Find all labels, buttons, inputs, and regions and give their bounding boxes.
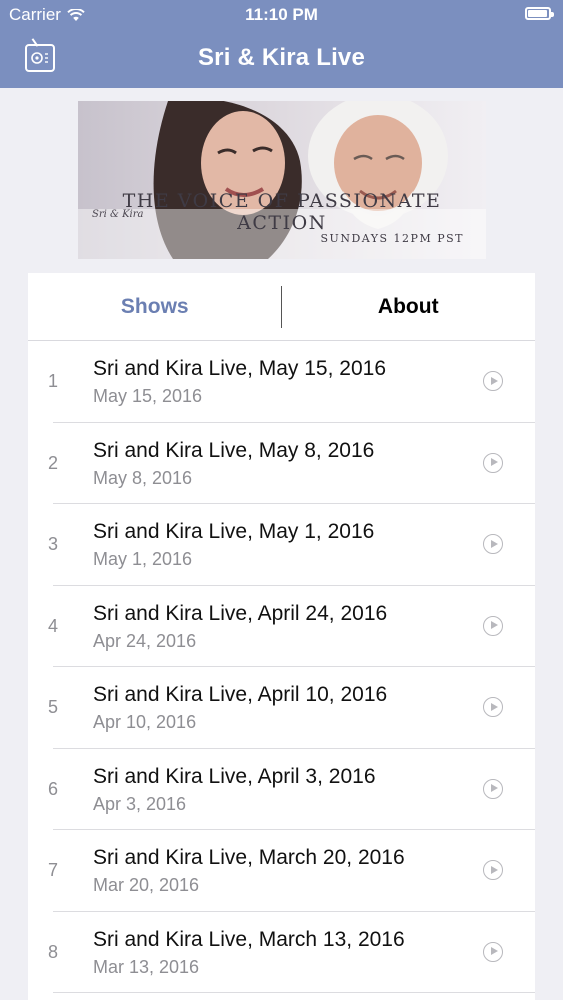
episode-number: 2: [47, 452, 58, 473]
episode-title: Sri and Kira Live, May 1, 2016: [93, 520, 375, 543]
list-item[interactable]: 4 Sri and Kira Live, April 24, 2016 Apr …: [28, 586, 535, 668]
episode-date: Mar 20, 2016: [93, 875, 200, 895]
episode-number: 5: [47, 697, 58, 717]
navigation-bar: Carrier 11:10 PM Sri & Kira Live: [0, 0, 563, 88]
segmented-tabs: Shows About: [28, 273, 535, 341]
episode-date: Apr 24, 2016: [93, 630, 197, 651]
play-icon[interactable]: [483, 452, 503, 473]
play-icon[interactable]: [483, 941, 503, 962]
tab-divider: [281, 286, 282, 328]
episode-number: 3: [47, 534, 58, 554]
play-icon[interactable]: [483, 615, 503, 636]
play-icon[interactable]: [483, 778, 503, 799]
episode-title: Sri and Kira Live, May 15, 2016: [93, 357, 386, 380]
episode-title: Sri and Kira Live, April 24, 2016: [93, 601, 388, 625]
episode-number: 6: [47, 778, 58, 799]
play-icon[interactable]: [483, 860, 503, 880]
episode-list: 1 Sri and Kira Live, May 15, 2016 May 15…: [28, 341, 535, 993]
episode-date: Mar 13, 2016: [93, 956, 200, 977]
tab-shows[interactable]: Shows: [28, 273, 282, 340]
list-item[interactable]: 2 Sri and Kira Live, May 8, 2016 May 8, …: [28, 423, 535, 505]
episode-number: 1: [47, 371, 58, 391]
episode-number: 4: [47, 615, 58, 636]
play-icon[interactable]: [483, 371, 503, 391]
list-item[interactable]: 8 Sri and Kira Live, March 13, 2016 Mar …: [28, 912, 535, 994]
list-item[interactable]: 6 Sri and Kira Live, April 3, 2016 Apr 3…: [28, 749, 535, 831]
list-item[interactable]: 5 Sri and Kira Live, April 10, 2016 Apr …: [28, 667, 535, 749]
episode-date: May 1, 2016: [93, 549, 193, 569]
episode-title: Sri and Kira Live, April 3, 2016: [93, 764, 376, 788]
list-item[interactable]: 3 Sri and Kira Live, May 1, 2016 May 1, …: [28, 504, 535, 586]
banner-text: THE VOICE OF PASSIONATE ACTION SUNDAYS 1…: [78, 190, 486, 245]
episode-title: Sri and Kira Live, March 20, 2016: [93, 846, 405, 869]
battery-icon: [525, 7, 554, 20]
status-time: 11:10 PM: [245, 5, 318, 24]
episode-number: 7: [47, 860, 58, 880]
play-icon[interactable]: [483, 697, 503, 717]
list-item[interactable]: 1 Sri and Kira Live, May 15, 2016 May 15…: [28, 341, 535, 423]
episode-date: May 15, 2016: [93, 386, 203, 406]
episode-date: Apr 3, 2016: [93, 793, 187, 814]
episode-number: 8: [47, 941, 58, 962]
tab-about[interactable]: About: [282, 273, 536, 340]
play-icon[interactable]: [483, 534, 503, 554]
episode-title: Sri and Kira Live, April 10, 2016: [93, 683, 388, 706]
episode-date: May 8, 2016: [93, 467, 193, 488]
content-card: Shows About 1 Sri and Kira Live, May 15,…: [28, 273, 535, 1000]
episode-title: Sri and Kira Live, May 8, 2016: [93, 438, 375, 462]
episode-date: Apr 10, 2016: [93, 712, 197, 732]
show-banner: Sri & Kira THE VOICE OF PASSIONATE ACTIO…: [78, 101, 486, 259]
banner-tagline: THE VOICE OF PASSIONATE ACTION: [122, 190, 442, 234]
episode-title: Sri and Kira Live, March 13, 2016: [93, 927, 405, 951]
page-title: Sri & Kira Live: [197, 44, 366, 71]
list-item[interactable]: 7 Sri and Kira Live, March 20, 2016 Mar …: [28, 830, 535, 912]
status-bar: Carrier 11:10 PM: [0, 0, 563, 30]
